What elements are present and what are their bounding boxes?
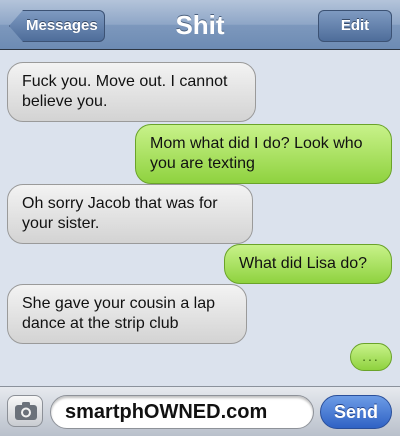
send-button[interactable]: Send [320, 395, 392, 429]
nav-bar: Messages Shit Edit [0, 0, 400, 50]
camera-button[interactable] [7, 395, 43, 427]
message-bubble-incoming: Oh sorry Jacob that was for your sister. [7, 184, 253, 244]
message-thread[interactable]: Fuck you. Move out. I cannot believe you… [0, 50, 400, 386]
message-bubble-outgoing: Mom what did I do? Look who you are text… [135, 124, 392, 184]
compose-bar: smartphOWNED.com Send [0, 386, 400, 436]
message-bubble-incoming: She gave your cousin a lap dance at the … [7, 284, 247, 344]
message-input[interactable]: smartphOWNED.com [50, 395, 314, 429]
message-bubble-outgoing: What did Lisa do? [224, 244, 392, 284]
edit-button[interactable]: Edit [318, 10, 392, 42]
camera-icon [15, 402, 37, 420]
typing-indicator: ... [350, 343, 392, 371]
message-bubble-incoming: Fuck you. Move out. I cannot believe you… [7, 62, 256, 122]
